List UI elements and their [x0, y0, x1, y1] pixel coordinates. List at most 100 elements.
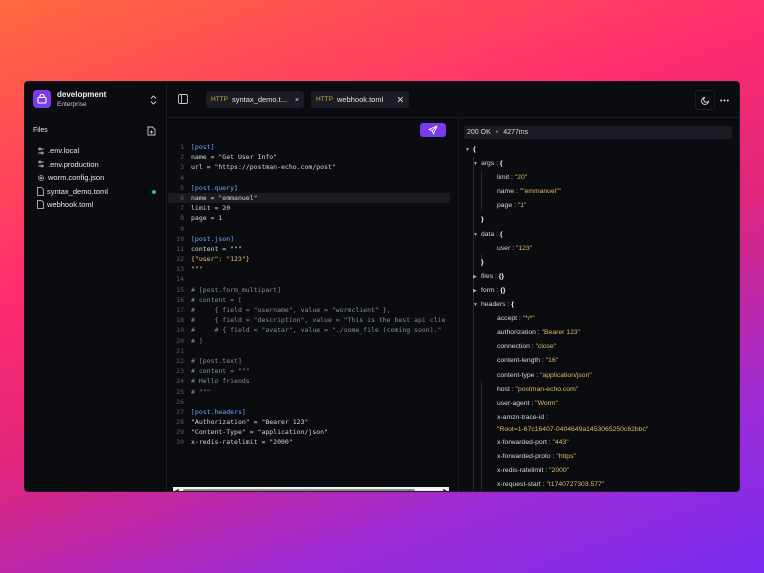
code-line: 4	[168, 173, 450, 183]
caret-right-icon[interactable]: ▶	[473, 284, 481, 298]
json-row: }	[465, 213, 735, 227]
sidebar: development Enterprise Files .env.local.…	[25, 82, 167, 491]
code-line: 26	[168, 397, 450, 407]
close-icon[interactable]	[295, 96, 299, 103]
new-file-icon[interactable]	[147, 126, 156, 136]
json-row: limit : "20"	[465, 171, 735, 185]
file-item[interactable]: .env.local	[37, 144, 159, 158]
json-row[interactable]: ▼ args : {	[465, 157, 735, 171]
json-punctuation: {	[473, 146, 476, 153]
close-icon[interactable]	[397, 96, 404, 103]
scroll-right-icon[interactable]: ▶	[443, 488, 447, 491]
json-key: name	[497, 188, 515, 196]
code-line: 3 url = "https://postman-echo.com/post"	[168, 162, 450, 172]
sliders-icon	[37, 147, 48, 155]
workspace-plan: Enterprise	[57, 101, 87, 108]
moon-icon	[701, 96, 710, 105]
json-row: accept : "*/*"	[465, 312, 735, 326]
scrollbar-thumb[interactable]	[183, 489, 415, 491]
line-text: # { field = "username", value = "wormcli…	[191, 306, 391, 314]
json-key: data	[481, 230, 495, 238]
json-key: user	[497, 244, 511, 252]
line-number: 26	[176, 397, 184, 406]
json-row: page : "1"	[465, 199, 735, 213]
line-text: # Hello friends	[191, 377, 250, 386]
tab-syntax-demo[interactable]: HTTP syntax_demo.t...	[206, 91, 304, 108]
json-row[interactable]: ▼ data : {	[465, 228, 735, 242]
json-row: content-type : "application/json"	[465, 369, 735, 383]
code-line: 11 content = """	[168, 244, 450, 254]
file-item[interactable]: worm.config.json	[37, 171, 159, 185]
workspace-switcher[interactable]: development Enterprise	[33, 90, 159, 110]
file-name: webhook.toml	[47, 200, 94, 210]
json-value: "123"	[515, 244, 533, 252]
json-tree: ▼{▼ args : {limit : "20" name : ""emmanuel…	[465, 143, 735, 491]
code-editor[interactable]: 1 [post] 2 name = "Get User Info" 3 url = "ht…	[168, 119, 457, 491]
line-number: 8	[180, 214, 184, 223]
line-number: 24	[176, 377, 184, 386]
caret-right-icon[interactable]: ▶	[473, 270, 481, 284]
more-options-icon[interactable]	[720, 99, 729, 102]
json-value: "Bearer 123"	[541, 329, 581, 337]
code-line: 7 limit = 20	[168, 203, 450, 213]
status-code: 200 OK	[467, 129, 491, 136]
caret-down-icon[interactable]: ▼	[473, 157, 481, 171]
json-key: content-type	[497, 371, 535, 379]
send-button[interactable]	[420, 123, 446, 137]
line-text: name = "emmanuel"	[191, 193, 258, 202]
line-number: 16	[176, 295, 184, 304]
json-value: "Root=1-67c16407-0404649a1453065250c62bb…	[497, 425, 649, 433]
send-icon	[428, 125, 438, 135]
json-value: "Worm"	[535, 399, 558, 407]
json-row[interactable]: ▶ form : {}	[465, 284, 735, 298]
json-value: "20"	[514, 174, 528, 182]
json-row: }	[465, 256, 735, 270]
json-colon: :	[544, 413, 548, 421]
code-line: 19 # # { field = "avatar", value = "./som…	[168, 325, 450, 335]
line-number: 2	[180, 153, 184, 162]
theme-toggle-button[interactable]	[695, 90, 715, 110]
json-value: "postman-echo.com"	[515, 385, 579, 393]
line-text: [post]	[191, 143, 215, 151]
line-number: 5	[180, 183, 184, 192]
response-time: 4277ms	[503, 129, 529, 136]
json-punctuation: {}	[498, 272, 505, 280]
line-number: 27	[176, 407, 184, 416]
json-row[interactable]: ▼ headers : {	[465, 298, 735, 312]
caret-down-icon[interactable]: ▼	[465, 143, 473, 157]
line-number: 21	[176, 346, 184, 355]
file-item[interactable]: syntax_demo.toml	[37, 185, 159, 199]
tab-label: syntax_demo.t...	[231, 95, 288, 104]
json-value: "close"	[535, 343, 557, 351]
json-row: "Root=1-67c16407-0404649a1453065250c62bb…	[465, 425, 735, 436]
json-key: connection	[497, 343, 530, 351]
line-number: 13	[176, 265, 184, 274]
response-status-bar: 200 OK • 4277ms	[464, 126, 732, 139]
file-name: .env.local	[48, 146, 80, 156]
json-row[interactable]: ▼{	[465, 143, 735, 157]
tab-method: HTTP	[316, 96, 333, 103]
line-number: 30	[176, 438, 184, 447]
code-line: 16 # content = [	[168, 295, 450, 305]
code-line: 30 x-redis-ratelimit = "2000"	[168, 437, 450, 447]
json-value: "*/*"	[522, 315, 535, 323]
caret-down-icon[interactable]: ▼	[473, 298, 481, 312]
code-line: 17 # { field = "username", value = "wormc…	[168, 305, 450, 315]
line-number: 23	[176, 367, 184, 376]
tab-webhook[interactable]: HTTP webhook.toml	[311, 91, 409, 108]
code-line: 12 {"user": "123"}	[168, 254, 450, 264]
file-name: worm.config.json	[48, 173, 105, 183]
separator: •	[495, 129, 499, 136]
horizontal-scrollbar[interactable]: ◀ ▶	[173, 487, 449, 491]
line-number: 1	[180, 143, 184, 151]
code-line: 14	[168, 274, 450, 284]
json-key: page	[497, 202, 513, 210]
caret-down-icon[interactable]: ▼	[473, 228, 481, 242]
scroll-left-icon[interactable]: ◀	[175, 488, 179, 491]
json-row[interactable]: ▶ files : {}	[465, 270, 735, 284]
line-number: 19	[176, 326, 184, 335]
line-number: 12	[176, 255, 184, 264]
file-item[interactable]: .env.production	[37, 158, 159, 172]
file-item[interactable]: webhook.toml	[37, 198, 159, 212]
sidebar-toggle-icon[interactable]	[178, 94, 188, 104]
